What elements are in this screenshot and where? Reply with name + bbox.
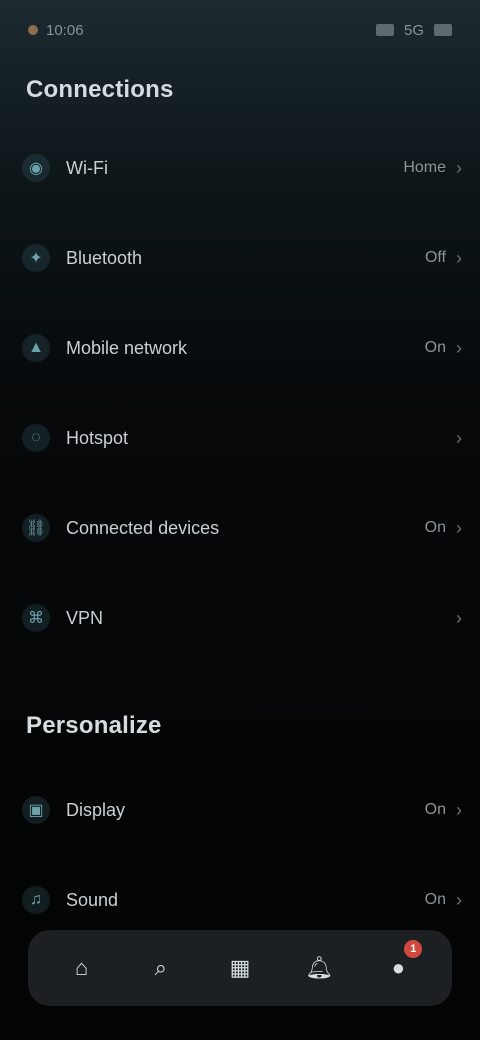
settings-row-display[interactable]: ▣ Display On › bbox=[22, 782, 462, 838]
network-icon: ▲ bbox=[22, 334, 50, 362]
row-left: ◉ Wi-Fi bbox=[22, 154, 108, 182]
settings-row-sound[interactable]: ♫ Sound On › bbox=[22, 872, 462, 928]
row-left: ♫ Sound bbox=[22, 886, 118, 914]
nav-search-button[interactable]: ⌕ bbox=[135, 942, 187, 994]
row-value: On bbox=[424, 339, 446, 356]
bottom-nav: ⌂ ⌕ ▦ 🔔︎ ● 1 bbox=[28, 930, 452, 1006]
home-icon: ⌂ bbox=[74, 955, 89, 980]
signal-text: 5G bbox=[403, 21, 424, 39]
row-right: Home › bbox=[403, 158, 462, 179]
notification-badge: 1 bbox=[404, 940, 423, 958]
settings-row-bluetooth[interactable]: ✦ Bluetooth Off › bbox=[22, 230, 462, 286]
row-left: ⛓ Connected devices bbox=[22, 514, 219, 542]
nav-apps-button[interactable]: ▦ bbox=[214, 942, 266, 994]
apps-icon: ▦ bbox=[229, 955, 251, 980]
row-label: Sound bbox=[66, 889, 119, 910]
section-title-connections: Connections bbox=[26, 76, 174, 103]
profile-icon: ● bbox=[391, 955, 405, 980]
search-icon: ⌕ bbox=[154, 955, 167, 980]
chevron-right-icon: › bbox=[456, 337, 462, 358]
nav-home-button[interactable]: ⌂ bbox=[56, 942, 108, 994]
settings-screen: 10:06 5G Connections ◉ Wi-Fi Home › ✦ Bl… bbox=[0, 0, 480, 1040]
battery-icon bbox=[434, 24, 452, 36]
chevron-right-icon: › bbox=[456, 889, 462, 910]
bell-icon: 🔔︎ bbox=[305, 955, 334, 980]
settings-row-mobile-network[interactable]: ▲ Mobile network On › bbox=[22, 320, 462, 376]
hotspot-icon: ◌ bbox=[22, 424, 50, 452]
chevron-right-icon: › bbox=[456, 427, 462, 448]
row-label: Connected devices bbox=[66, 517, 220, 538]
chevron-right-icon: › bbox=[456, 157, 462, 178]
signal-icon bbox=[375, 24, 394, 36]
status-left: 10:06 bbox=[28, 22, 84, 39]
row-right: › bbox=[446, 608, 462, 629]
settings-row-hotspot[interactable]: ◌ Hotspot › bbox=[22, 410, 462, 466]
nav-notifications-button[interactable]: 🔔︎ bbox=[293, 942, 345, 994]
row-value: Home bbox=[403, 159, 446, 176]
sound-icon: ♫ bbox=[22, 886, 50, 914]
row-left: ▣ Display bbox=[22, 796, 125, 824]
row-label: VPN bbox=[66, 607, 104, 628]
status-right: 5G bbox=[375, 21, 452, 39]
settings-row-vpn[interactable]: ⌘ VPN › bbox=[22, 590, 462, 646]
row-right: On › bbox=[425, 890, 462, 911]
row-left: ▲ Mobile network bbox=[22, 334, 187, 362]
row-right: Off › bbox=[425, 248, 462, 269]
vpn-icon: ⌘ bbox=[22, 604, 50, 632]
wifi-icon: ◉ bbox=[22, 154, 50, 182]
row-right: › bbox=[446, 428, 462, 449]
status-time: 10:06 bbox=[46, 21, 84, 39]
nav-profile-button[interactable]: ● 1 bbox=[372, 940, 424, 994]
row-value: On bbox=[424, 801, 446, 818]
section-title-personalize: Personalize bbox=[26, 712, 162, 739]
bluetooth-icon: ✦ bbox=[22, 244, 50, 272]
row-value: On bbox=[424, 891, 446, 908]
row-label: Display bbox=[66, 799, 126, 820]
row-left: ◌ Hotspot bbox=[22, 424, 128, 452]
row-value: Off bbox=[424, 249, 446, 266]
row-label: Mobile network bbox=[66, 337, 188, 358]
display-icon: ▣ bbox=[22, 796, 50, 824]
row-left: ⌘ VPN bbox=[22, 604, 103, 632]
row-left: ✦ Bluetooth bbox=[22, 244, 142, 272]
link-icon: ⛓ bbox=[22, 514, 50, 542]
status-bar: 10:06 5G bbox=[0, 0, 480, 60]
row-label: Hotspot bbox=[66, 427, 129, 448]
chevron-right-icon: › bbox=[456, 799, 462, 820]
status-dot-icon bbox=[28, 25, 38, 35]
chevron-right-icon: › bbox=[456, 607, 462, 628]
row-right: On › bbox=[425, 800, 462, 821]
row-label: Bluetooth bbox=[66, 247, 143, 268]
row-value: On bbox=[424, 519, 446, 536]
row-right: On › bbox=[425, 338, 462, 359]
settings-row-connected-devices[interactable]: ⛓ Connected devices On › bbox=[22, 500, 462, 556]
chevron-right-icon: › bbox=[456, 247, 462, 268]
row-right: On › bbox=[425, 518, 462, 539]
settings-row-wifi[interactable]: ◉ Wi-Fi Home › bbox=[22, 140, 462, 196]
chevron-right-icon: › bbox=[456, 517, 462, 538]
row-label: Wi-Fi bbox=[66, 157, 108, 178]
